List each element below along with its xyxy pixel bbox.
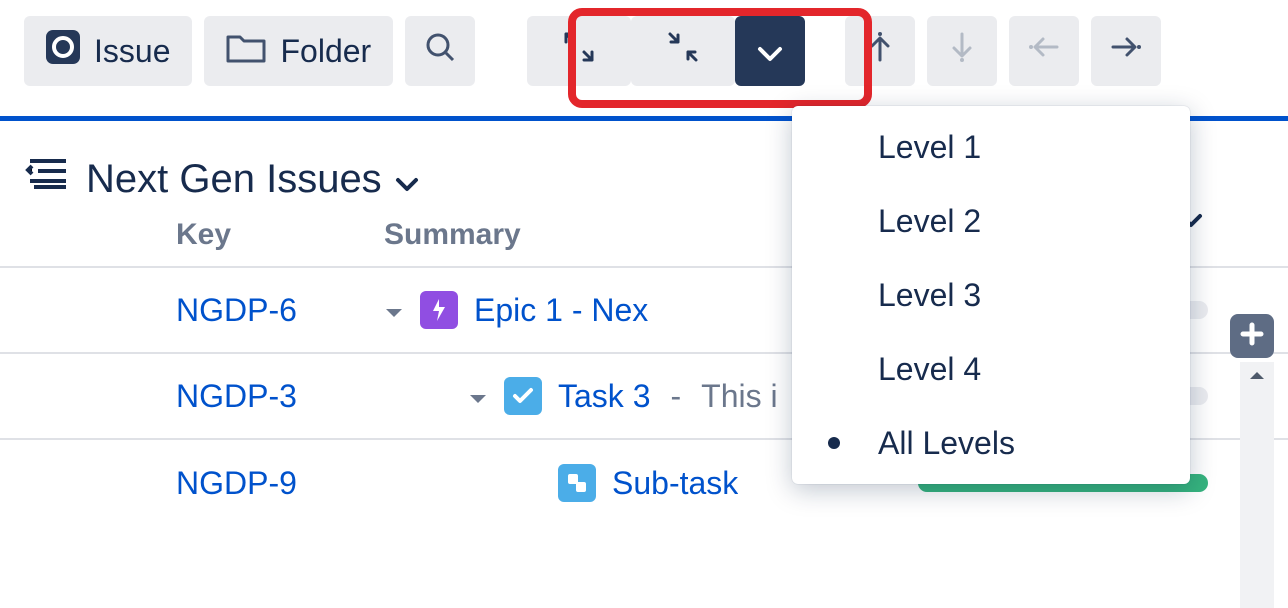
move-up-button[interactable] <box>845 16 915 86</box>
level-option[interactable]: Level 2 <box>792 184 1190 258</box>
plus-icon <box>1240 322 1264 351</box>
issue-summary[interactable]: Sub-task <box>612 465 738 502</box>
issue-key[interactable]: NGDP-6 <box>176 292 384 329</box>
search-icon <box>423 30 457 72</box>
arrow-left-icon <box>1029 32 1059 70</box>
level-dropdown: Level 1 Level 2 Level 3 Level 4 All Leve… <box>792 106 1190 484</box>
arrow-down-icon <box>947 32 977 70</box>
separator: - <box>670 378 681 415</box>
chevron-down-icon <box>757 33 783 70</box>
issue-label: Issue <box>94 33 170 70</box>
folder-button[interactable]: Folder <box>204 16 393 86</box>
folder-label: Folder <box>280 33 371 70</box>
issue-key[interactable]: NGDP-3 <box>176 378 384 415</box>
indent-button[interactable] <box>1091 16 1161 86</box>
level-option[interactable]: Level 4 <box>792 332 1190 406</box>
expand-icon <box>561 29 597 73</box>
collapse-icon <box>665 29 701 73</box>
collapse-button[interactable] <box>631 16 735 86</box>
arrow-up-icon <box>865 32 895 70</box>
scrollbar[interactable] <box>1240 362 1274 608</box>
issue-key[interactable]: NGDP-9 <box>176 465 384 502</box>
outdent-button[interactable] <box>1009 16 1079 86</box>
level-dropdown-button[interactable] <box>735 16 805 86</box>
search-button[interactable] <box>405 16 475 86</box>
scroll-up-icon[interactable] <box>1240 362 1274 388</box>
board-selector[interactable]: Next Gen Issues <box>86 157 418 202</box>
col-header-key[interactable]: Key <box>176 218 384 252</box>
level-option[interactable]: All Levels <box>792 406 1190 480</box>
toolbar: Issue Folder <box>0 0 1288 110</box>
expand-toggle-icon[interactable] <box>384 292 404 329</box>
board-title: Next Gen Issues <box>86 157 382 202</box>
arrow-right-icon <box>1111 32 1141 70</box>
issue-extra-text: This i <box>701 378 777 415</box>
task-icon <box>504 377 542 415</box>
move-down-button[interactable] <box>927 16 997 86</box>
chevron-down-icon <box>396 157 418 202</box>
issue-button[interactable]: Issue <box>24 16 192 86</box>
subtask-icon <box>558 464 596 502</box>
issue-summary[interactable]: Task 3 <box>558 378 650 415</box>
circle-icon <box>46 30 80 72</box>
epic-icon <box>420 291 458 329</box>
add-column-button[interactable] <box>1230 314 1274 358</box>
selected-indicator-icon <box>828 437 840 449</box>
folder-icon <box>226 31 266 71</box>
level-option[interactable]: Level 1 <box>792 110 1190 184</box>
issue-summary[interactable]: Epic 1 - Nex <box>474 292 648 329</box>
expand-toggle-icon[interactable] <box>468 378 488 415</box>
expand-button[interactable] <box>527 16 631 86</box>
structure-icon <box>30 157 70 202</box>
level-option[interactable]: Level 3 <box>792 258 1190 332</box>
